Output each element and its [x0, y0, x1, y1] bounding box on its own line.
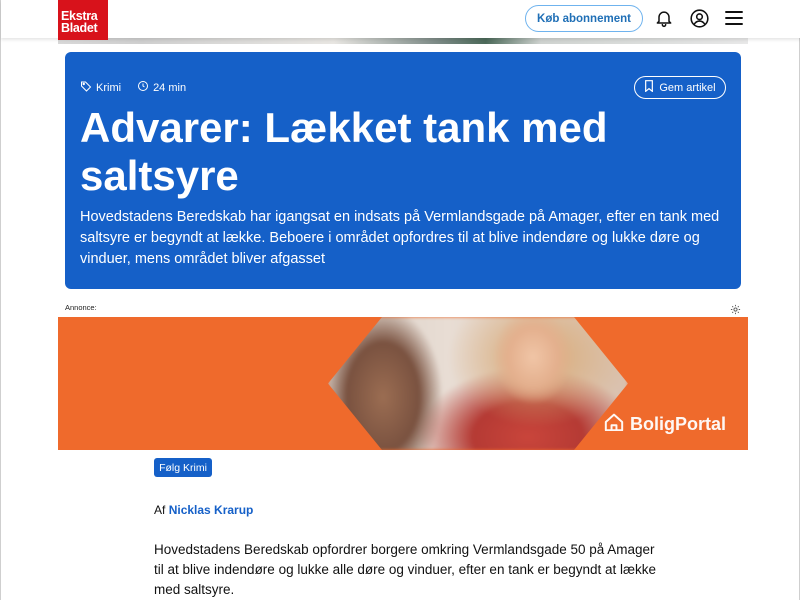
article-hero: Krimi 24 min Gem artikel Advarer: Lækket…: [65, 52, 741, 289]
article-body-paragraph: Hovedstadens Beredskab opfordrer borgere…: [154, 542, 657, 597]
ad-brand-logo: BoligPortal: [604, 413, 726, 436]
save-article-label: Gem artikel: [659, 81, 716, 94]
page: Ekstra Bladet Køb abonnement Krimi 24 mi…: [0, 0, 800, 600]
site-header: Ekstra Bladet Køb abonnement: [1, 0, 800, 40]
site-logo[interactable]: Ekstra Bladet: [58, 0, 108, 40]
house-icon: [604, 413, 624, 436]
user-icon[interactable]: [688, 7, 710, 29]
byline: Af Nicklas Krarup: [154, 503, 253, 517]
bookmark-icon: [644, 80, 654, 95]
ad-brand-name: BoligPortal: [630, 414, 727, 434]
article-summary: Hovedstadens Beredskab har igangsat en i…: [80, 209, 720, 267]
save-article-button[interactable]: Gem artikel: [634, 76, 726, 99]
subscribe-button[interactable]: Køb abonnement: [525, 5, 643, 32]
ad-label: Annonce:: [65, 303, 97, 312]
clock-icon: [137, 80, 149, 95]
follow-topic-button[interactable]: Følg Krimi: [154, 458, 212, 477]
byline-prefix: Af: [154, 503, 166, 517]
article-headline: Advarer: Lækket tank med saltsyre: [80, 104, 608, 199]
logo-line-2: Bladet: [61, 21, 98, 35]
hamburger-menu-icon[interactable]: [723, 7, 745, 29]
author-link[interactable]: Nicklas Krarup: [169, 503, 254, 517]
ad-photo: [328, 317, 628, 450]
article-tag[interactable]: Krimi: [96, 82, 121, 94]
read-time: 24 min: [153, 81, 187, 94]
article-meta: Krimi 24 min: [80, 80, 186, 95]
ad-banner[interactable]: BoligPortal: [58, 317, 748, 450]
top-image-strip: [58, 38, 748, 44]
bell-icon[interactable]: [653, 7, 675, 29]
gear-icon[interactable]: [730, 302, 741, 315]
tag-icon: [80, 80, 92, 95]
